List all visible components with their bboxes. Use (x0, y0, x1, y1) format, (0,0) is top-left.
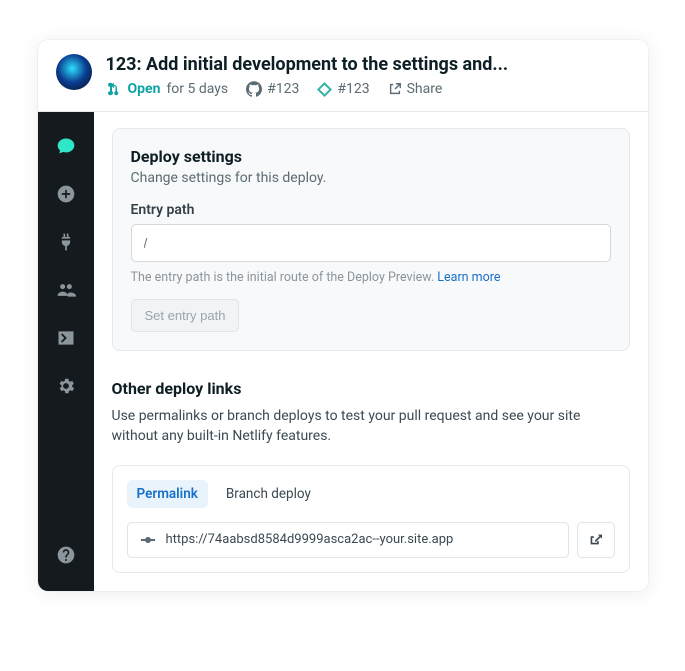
other-deploy-links-heading: Other deploy links (112, 379, 630, 398)
header-text: 123: Add initial development to the sett… (106, 54, 630, 97)
meta-row: Open for 5 days #123 #123 Share (106, 81, 630, 97)
entry-path-input[interactable] (131, 224, 611, 262)
deploy-settings-card: Deploy settings Change settings for this… (112, 128, 630, 351)
github-icon (246, 81, 262, 97)
help-icon (56, 545, 76, 565)
plus-circle-icon (56, 184, 76, 204)
open-url-button[interactable] (577, 522, 615, 558)
sidebar-item-activity[interactable] (38, 122, 94, 170)
entry-path-label: Entry path (131, 202, 611, 218)
share-icon (388, 82, 402, 96)
terminal-icon (56, 328, 76, 348)
gear-icon (56, 376, 76, 396)
status-duration: for 5 days (166, 81, 228, 97)
deploy-link-box: Permalink Branch deploy https://74aabsd8… (112, 465, 630, 573)
tab-permalink[interactable]: Permalink (127, 480, 208, 508)
plug-icon (56, 232, 76, 252)
sidebar-item-help[interactable] (38, 531, 94, 579)
avatar (56, 54, 92, 90)
deploy-settings-description: Change settings for this deploy. (131, 170, 611, 186)
deploy-link-tabs: Permalink Branch deploy (127, 480, 615, 508)
people-icon (56, 280, 76, 300)
sidebar-item-add[interactable] (38, 170, 94, 218)
netlify-icon (317, 82, 332, 97)
tab-branch-deploy[interactable]: Branch deploy (216, 480, 321, 508)
deploy-drawer: 123: Add initial development to the sett… (38, 40, 648, 591)
status-badge: Open for 5 days (106, 81, 229, 97)
deploy-url-row: https://74aabsd8584d9999asca2ac--your.si… (127, 522, 615, 558)
chat-icon (56, 136, 76, 156)
netlify-ref: #123 (337, 81, 369, 97)
sidebar-item-settings[interactable] (38, 362, 94, 410)
share-button[interactable]: Share (388, 81, 443, 97)
pull-request-icon (106, 81, 122, 97)
page-title: 123: Add initial development to the sett… (106, 54, 630, 75)
other-deploy-links-section: Other deploy links Use permalinks or bra… (112, 379, 630, 573)
body: Deploy settings Change settings for this… (38, 112, 648, 591)
set-entry-path-button[interactable]: Set entry path (131, 299, 240, 332)
github-link[interactable]: #123 (246, 81, 299, 97)
deploy-url-text: https://74aabsd8584d9999asca2ac--your.si… (166, 532, 454, 547)
sidebar-item-terminal[interactable] (38, 314, 94, 362)
other-deploy-links-description: Use permalinks or branch deploys to test… (112, 406, 630, 447)
entry-path-help: The entry path is the initial route of t… (131, 270, 611, 285)
learn-more-link[interactable]: Learn more (437, 270, 500, 285)
external-link-icon (589, 533, 602, 546)
deploy-url-field[interactable]: https://74aabsd8584d9999asca2ac--your.si… (127, 522, 569, 558)
content: Deploy settings Change settings for this… (94, 112, 648, 591)
share-label: Share (407, 81, 443, 97)
netlify-link[interactable]: #123 (317, 81, 369, 97)
deploy-settings-heading: Deploy settings (131, 147, 611, 166)
status-label: Open (128, 81, 161, 97)
commit-icon (140, 532, 156, 548)
sidebar (38, 112, 94, 591)
github-ref: #123 (267, 81, 299, 97)
help-text: The entry path is the initial route of t… (131, 270, 438, 285)
sidebar-item-plugins[interactable] (38, 218, 94, 266)
sidebar-item-members[interactable] (38, 266, 94, 314)
header: 123: Add initial development to the sett… (38, 40, 648, 112)
